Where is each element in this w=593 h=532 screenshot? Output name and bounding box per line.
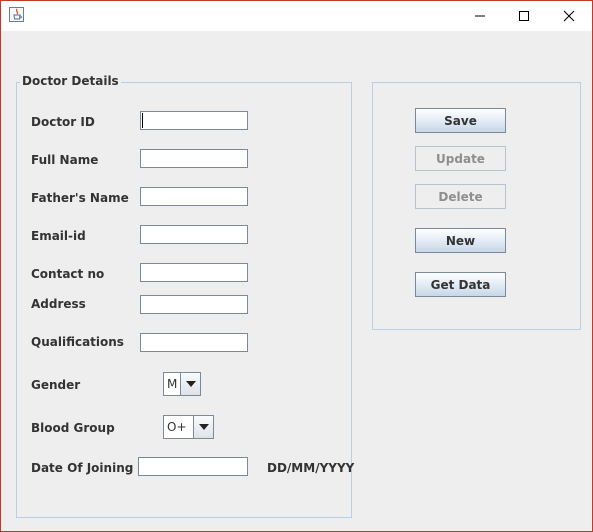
doctor-id-input[interactable] xyxy=(140,111,248,130)
email-label: Email-id xyxy=(31,229,86,243)
blood-group-label: Blood Group xyxy=(31,421,115,435)
blood-group-selected-value: O+ xyxy=(167,420,187,434)
gender-label: Gender xyxy=(31,378,81,392)
close-icon xyxy=(563,10,575,22)
application-window: Doctor Details Doctor ID Full Name Fathe… xyxy=(0,0,593,532)
java-cup-icon xyxy=(9,7,24,22)
full-name-label: Full Name xyxy=(31,153,99,167)
gender-dropdown[interactable]: M xyxy=(163,372,201,396)
gender-selected-value: M xyxy=(167,377,178,391)
date-format-hint: DD/MM/YYYY xyxy=(267,461,355,475)
address-input[interactable] xyxy=(140,295,248,314)
blood-group-dropdown[interactable]: O+ xyxy=(163,415,214,439)
date-of-joining-input[interactable] xyxy=(138,457,248,476)
qualifications-label: Qualifications xyxy=(31,335,124,349)
fathers-name-input[interactable] xyxy=(140,187,248,206)
doctor-id-label: Doctor ID xyxy=(31,115,95,129)
fathers-name-label: Father's Name xyxy=(31,191,129,205)
contact-input[interactable] xyxy=(140,263,248,282)
contact-label: Contact no xyxy=(31,267,105,281)
update-button[interactable]: Update xyxy=(415,146,506,171)
title-bar[interactable] xyxy=(1,1,592,31)
minimize-button[interactable] xyxy=(457,1,503,31)
close-button[interactable] xyxy=(546,1,592,31)
delete-button[interactable]: Delete xyxy=(415,184,506,209)
minimize-icon xyxy=(475,15,485,17)
save-button[interactable]: Save xyxy=(415,108,506,133)
doctor-details-title: Doctor Details xyxy=(20,74,121,89)
qualifications-input[interactable] xyxy=(140,333,248,352)
maximize-button[interactable] xyxy=(501,1,547,31)
maximize-icon xyxy=(519,11,529,21)
chevron-down-icon[interactable] xyxy=(180,373,200,395)
chevron-down-icon[interactable] xyxy=(193,416,213,438)
address-label: Address xyxy=(31,297,86,311)
date-of-joining-label: Date Of Joining xyxy=(31,461,134,475)
text-caret xyxy=(142,113,143,128)
full-name-input[interactable] xyxy=(140,149,248,168)
get-data-button[interactable]: Get Data xyxy=(415,272,506,297)
email-input[interactable] xyxy=(140,225,248,244)
new-button[interactable]: New xyxy=(415,228,506,253)
